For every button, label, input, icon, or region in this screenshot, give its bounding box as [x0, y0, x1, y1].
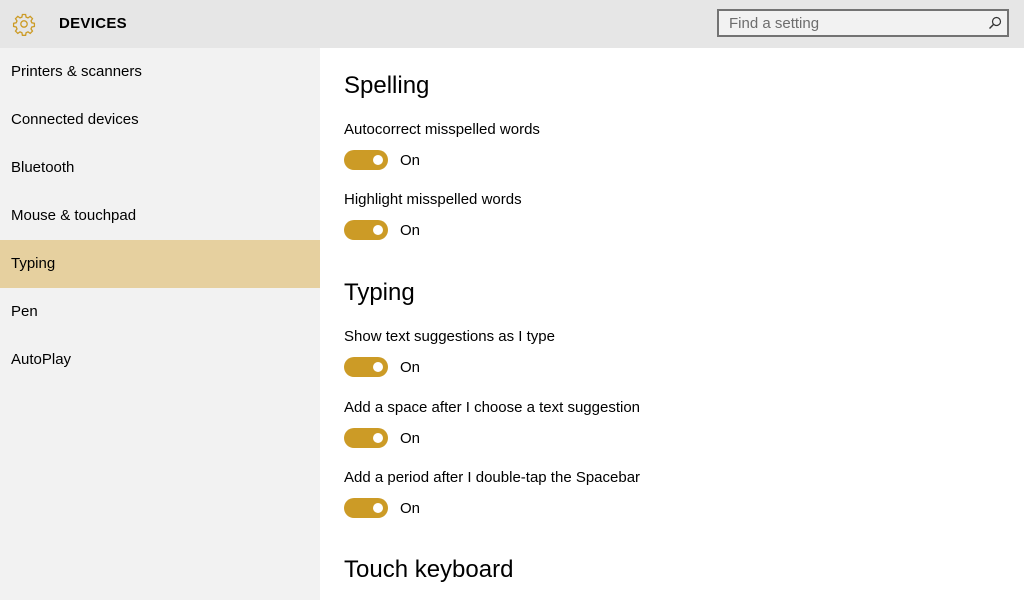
add-period-state: On — [400, 500, 421, 517]
autocorrect-toggle[interactable] — [344, 150, 388, 170]
sidebar-item-autoplay[interactable]: AutoPlay — [0, 336, 320, 384]
sidebar: Printers & scanners Connected devices Bl… — [0, 48, 320, 600]
section-title-typing: Typing — [344, 279, 415, 306]
search-box[interactable] — [717, 9, 1009, 37]
search-icon[interactable] — [987, 15, 1003, 31]
toggle-knob — [373, 225, 383, 235]
suggestions-toggle[interactable] — [344, 357, 388, 377]
toggle-knob — [373, 155, 383, 165]
settings-content: Spelling Autocorrect misspelled words On… — [320, 48, 1024, 600]
section-title-spelling: Spelling — [344, 72, 430, 99]
suggestions-label: Show text suggestions as I type — [344, 328, 555, 345]
highlight-label: Highlight misspelled words — [344, 191, 522, 208]
sidebar-item-connected-devices[interactable]: Connected devices — [0, 96, 320, 144]
autocorrect-label: Autocorrect misspelled words — [344, 121, 540, 138]
search-input[interactable] — [719, 11, 989, 35]
sidebar-item-pen[interactable]: Pen — [0, 288, 320, 336]
toggle-knob — [373, 362, 383, 372]
sidebar-item-mouse-touchpad[interactable]: Mouse & touchpad — [0, 192, 320, 240]
add-period-label: Add a period after I double-tap the Spac… — [344, 469, 641, 486]
highlight-state: On — [400, 222, 421, 239]
add-space-state: On — [400, 430, 421, 447]
toggle-knob — [373, 433, 383, 443]
sidebar-item-typing[interactable]: Typing — [0, 240, 320, 288]
add-period-toggle[interactable] — [344, 498, 388, 518]
toggle-knob — [373, 503, 383, 513]
sidebar-item-printers-scanners[interactable]: Printers & scanners — [0, 48, 320, 96]
add-space-toggle[interactable] — [344, 428, 388, 448]
add-space-label: Add a space after I choose a text sugges… — [344, 399, 641, 416]
sidebar-item-bluetooth[interactable]: Bluetooth — [0, 144, 320, 192]
section-title-touch-keyboard: Touch keyboard — [344, 556, 514, 583]
gear-icon — [12, 13, 36, 36]
title-bar: DEVICES — [0, 0, 1024, 48]
highlight-toggle[interactable] — [344, 220, 388, 240]
suggestions-state: On — [400, 359, 421, 376]
page-title: DEVICES — [59, 15, 127, 32]
autocorrect-state: On — [400, 152, 421, 169]
